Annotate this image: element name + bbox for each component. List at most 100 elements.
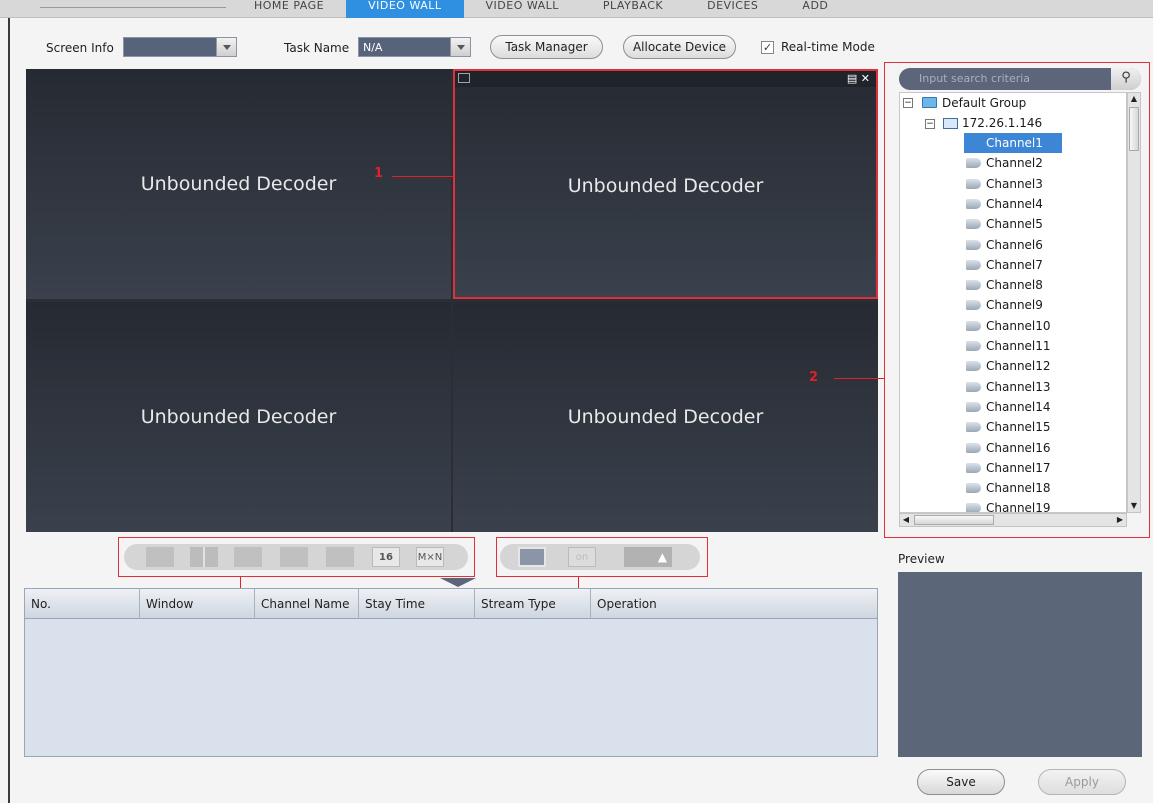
tree-horizontal-scrollbar[interactable]: ◀ ▶: [899, 513, 1127, 527]
annotation-1: 1: [374, 166, 384, 181]
tree-channel-item[interactable]: Channel6: [964, 235, 1062, 255]
tree-channel-item[interactable]: Channel13: [964, 377, 1062, 397]
collapse-icon[interactable]: −: [903, 98, 913, 108]
tree-channel-item[interactable]: Channel18: [964, 478, 1062, 498]
table-header: No. Window Channel Name Stay Time Stream…: [25, 589, 877, 619]
device-tree: − Default Group − 172.26.1.146 Channel1 C…: [899, 92, 1127, 513]
folder-icon: [922, 97, 937, 108]
layout-9-icon[interactable]: [326, 547, 354, 567]
annotation-1-line: [392, 176, 454, 177]
save-button[interactable]: Save: [917, 769, 1005, 795]
task-manager-button[interactable]: Task Manager: [490, 35, 603, 59]
allocate-device-button[interactable]: Allocate Device: [623, 35, 736, 59]
scroll-thumb[interactable]: [914, 515, 994, 525]
tree-channel-item[interactable]: Channel16: [964, 438, 1062, 458]
realtime-mode-checkbox[interactable]: ✓: [761, 41, 774, 54]
scroll-up-icon[interactable]: ▲: [1128, 93, 1140, 105]
wall-cell-2-selected[interactable]: ▤ ✕ Unbounded Decoder: [453, 69, 878, 299]
tree-channel-item[interactable]: Channel11: [964, 336, 1062, 356]
layout-8-icon[interactable]: [280, 547, 308, 567]
col-stream-type[interactable]: Stream Type: [475, 589, 591, 619]
scroll-thumb[interactable]: [1129, 107, 1139, 151]
layout-toolbar: 16 M×N: [124, 544, 468, 570]
device-icon: [943, 118, 958, 129]
tools-toolbar: on ▲: [500, 544, 700, 570]
top-nav: HOME PAGE VIDEO WALL VIDEO WALL PLAYBACK…: [0, 0, 1153, 18]
tree-device[interactable]: 172.26.1.146: [962, 113, 1042, 133]
layout-4-icon[interactable]: [190, 547, 218, 567]
preview-window: [898, 572, 1142, 757]
screen-info-label: Screen Info: [46, 41, 114, 55]
tree-channel-item[interactable]: Channel19: [964, 498, 1062, 512]
col-channel-name[interactable]: Channel Name: [255, 589, 359, 619]
search-placeholder: Input search criteria: [919, 72, 1031, 85]
scroll-down-icon[interactable]: ▼: [1128, 500, 1140, 512]
apply-button[interactable]: Apply: [1038, 769, 1126, 795]
cell-status-text: Unbounded Decoder: [140, 406, 337, 428]
tree-channel-item[interactable]: Channel8: [964, 275, 1062, 295]
cell-status-text: Unbounded Decoder: [140, 173, 337, 195]
annotation-2-line: [834, 378, 885, 379]
layout-6-icon[interactable]: [234, 547, 262, 567]
close-icon[interactable]: ✕: [861, 72, 870, 85]
wall-cell-3[interactable]: Unbounded Decoder: [26, 302, 451, 532]
task-table: No. Window Channel Name Stay Time Stream…: [24, 588, 878, 757]
cell-header: ▤ ✕: [455, 71, 876, 87]
tree-channel-item[interactable]: Channel7: [964, 255, 1062, 275]
tab-video-wall-active[interactable]: VIDEO WALL: [346, 0, 464, 18]
tree-channel-item[interactable]: Channel12: [964, 356, 1062, 376]
logo-area: [40, 0, 226, 8]
col-stay-time[interactable]: Stay Time: [359, 589, 475, 619]
cell-status-text: Unbounded Decoder: [567, 406, 764, 428]
layout-mxn-button[interactable]: M×N: [416, 547, 444, 567]
tree-channel-item[interactable]: Channel17: [964, 458, 1062, 478]
tree-channel-item[interactable]: Channel2: [964, 153, 1062, 173]
tree-channel-item[interactable]: Channel15: [964, 417, 1062, 437]
menu-icon[interactable]: ▤: [847, 72, 857, 85]
tree-channel-item[interactable]: Channel4: [964, 194, 1062, 214]
task-name-select[interactable]: N/A: [358, 37, 471, 57]
layout-16-button[interactable]: 16: [372, 547, 400, 567]
chevron-down-icon[interactable]: [450, 38, 470, 56]
chevron-down-icon[interactable]: [216, 38, 236, 56]
nav-tabs: HOME PAGE VIDEO WALL VIDEO WALL PLAYBACK…: [232, 0, 850, 18]
monitor-icon: [458, 73, 470, 83]
scroll-right-icon[interactable]: ▶: [1114, 514, 1126, 526]
screen-icon[interactable]: [518, 547, 546, 567]
task-name-value: N/A: [363, 41, 383, 54]
panel-pull-tab[interactable]: [440, 578, 476, 587]
cell-status-text: Unbounded Decoder: [567, 175, 764, 197]
col-operation[interactable]: Operation: [591, 589, 877, 619]
annotation-2: 2: [809, 370, 819, 385]
tree-group-default[interactable]: Default Group: [942, 93, 1026, 113]
tab-add[interactable]: ADD: [780, 0, 850, 18]
tree-channel-item[interactable]: Channel14: [964, 397, 1062, 417]
tree-channel-item[interactable]: Channel1: [964, 133, 1062, 153]
tab-home-page[interactable]: HOME PAGE: [232, 0, 346, 18]
tab-video-wall[interactable]: VIDEO WALL: [464, 0, 581, 18]
layout-1-icon[interactable]: [146, 547, 174, 567]
tree-channel-item[interactable]: Channel10: [964, 316, 1062, 336]
tree-channel-item[interactable]: Channel5: [964, 214, 1062, 234]
wall-cell-4[interactable]: Unbounded Decoder: [453, 302, 878, 532]
device-search[interactable]: Input search criteria ⚲: [899, 68, 1141, 90]
col-no[interactable]: No.: [25, 589, 140, 619]
col-window[interactable]: Window: [140, 589, 255, 619]
tree-channel-item[interactable]: Channel3: [964, 174, 1062, 194]
tab-devices[interactable]: DEVICES: [685, 0, 780, 18]
on-off-icon[interactable]: on: [568, 547, 596, 567]
search-icon[interactable]: ⚲: [1111, 68, 1141, 90]
collapse-icon[interactable]: −: [925, 119, 935, 129]
split-grid-icon[interactable]: ▲: [624, 547, 672, 567]
cell-header-icons: ▤ ✕: [847, 72, 870, 85]
task-name-label: Task Name: [284, 41, 350, 55]
window-left-edge: [8, 0, 10, 803]
preview-label: Preview: [898, 552, 945, 566]
tree-vertical-scrollbar[interactable]: ▲ ▼: [1127, 92, 1141, 513]
tab-playback[interactable]: PLAYBACK: [581, 0, 685, 18]
screen-info-select[interactable]: [123, 37, 237, 57]
scroll-left-icon[interactable]: ◀: [900, 514, 912, 526]
tree-channel-item[interactable]: Channel9: [964, 295, 1062, 315]
realtime-mode-label: Real-time Mode: [781, 40, 875, 54]
wall-cell-1[interactable]: Unbounded Decoder: [26, 69, 451, 299]
